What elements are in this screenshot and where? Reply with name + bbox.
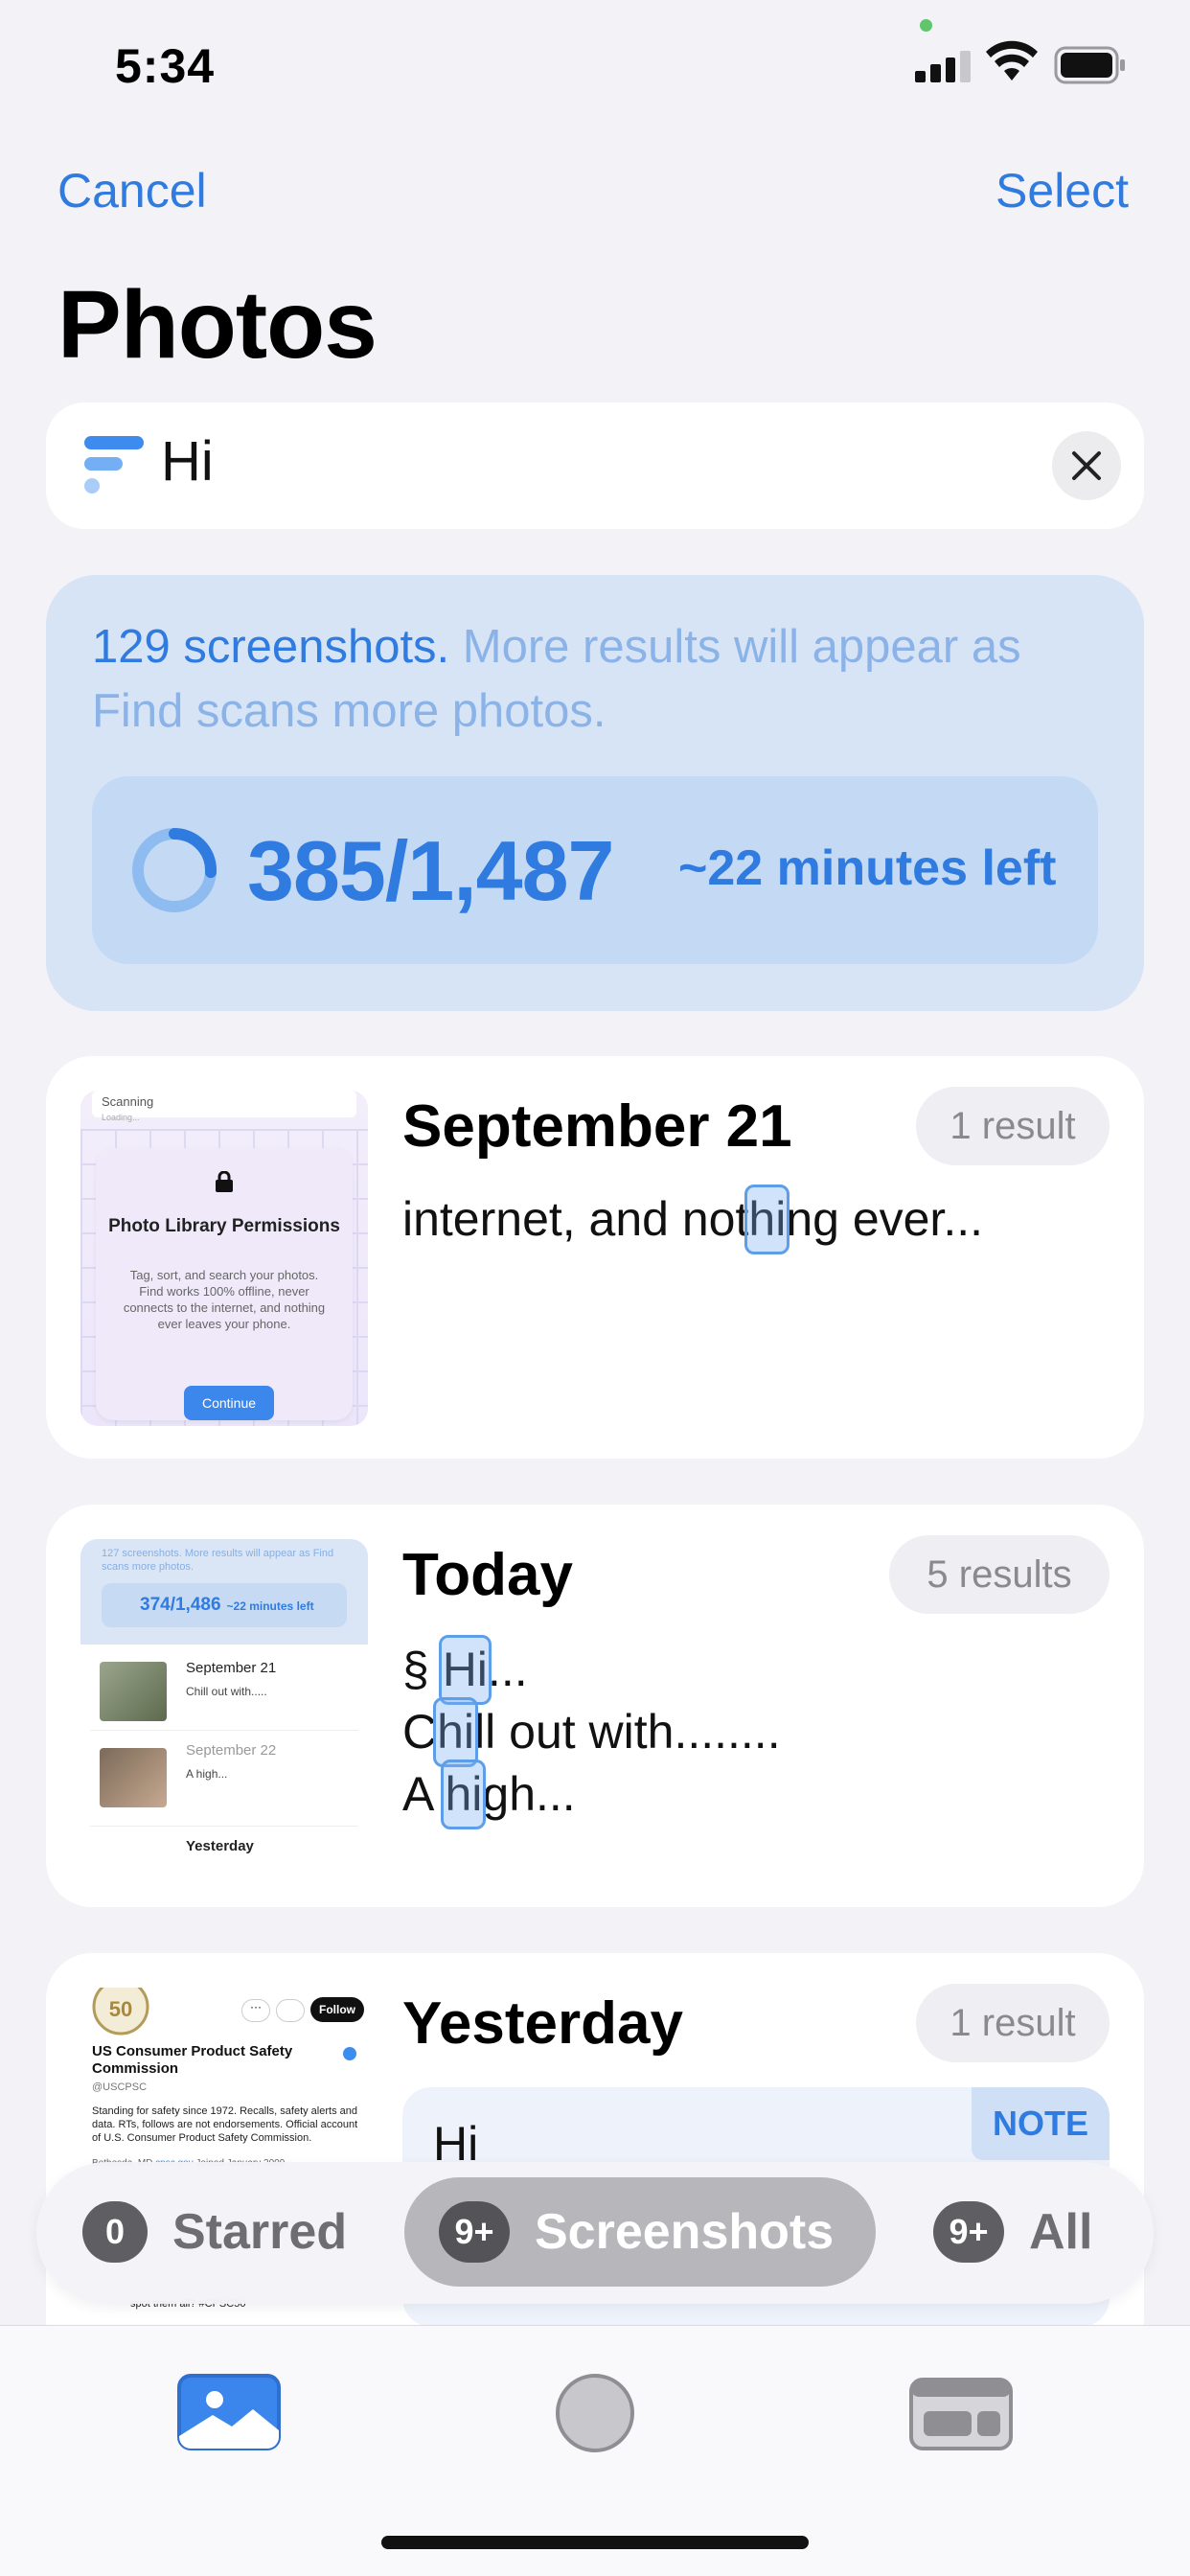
thumb-header: 127 screenshots. More results will appea… bbox=[102, 1548, 334, 1573]
lock-icon bbox=[216, 1171, 233, 1192]
result-date: Today bbox=[402, 1542, 573, 1608]
starred-count-badge: 0 bbox=[82, 2201, 148, 2263]
progress-ring-icon bbox=[132, 828, 217, 912]
result-count-badge: 1 result bbox=[916, 1087, 1110, 1165]
clear-search-button[interactable] bbox=[1052, 431, 1121, 500]
screenshot-count: 129 screenshots. bbox=[92, 621, 450, 673]
thumb-progress: 374/1,486 ~22 minutes left bbox=[102, 1583, 347, 1627]
thumb-continue-button: Continue bbox=[184, 1386, 274, 1420]
result-count-badge: 5 results bbox=[889, 1535, 1110, 1614]
thumb-row: Yesterday bbox=[90, 1832, 358, 1874]
verified-icon bbox=[343, 2047, 356, 2060]
search-input[interactable] bbox=[161, 429, 1023, 494]
match-highlight: Hi bbox=[438, 1635, 492, 1705]
home-indicator bbox=[381, 2536, 809, 2549]
result-snippet-line: Chill out with........ bbox=[402, 1697, 781, 1767]
permission-panel: Photo Library Permissions Tag, sort, and… bbox=[96, 1148, 353, 1420]
camera-shutter-icon[interactable] bbox=[556, 2374, 634, 2452]
scan-status-text: 129 screenshots. More results will appea… bbox=[92, 615, 1098, 744]
match-highlight: hi bbox=[744, 1184, 790, 1254]
filter-label: Starred bbox=[172, 2204, 348, 2260]
select-button[interactable]: Select bbox=[995, 163, 1129, 218]
all-count-badge: 9+ bbox=[933, 2201, 1004, 2263]
filter-all[interactable]: 9+ All bbox=[933, 2177, 1092, 2287]
filter-label: All bbox=[1029, 2204, 1093, 2260]
thumb-body: Tag, sort, and search your photos. Find … bbox=[123, 1268, 326, 1331]
result-date: Yesterday bbox=[402, 1990, 683, 2057]
more-icon: ··· bbox=[241, 1999, 270, 2022]
result-thumbnail[interactable]: 127 screenshots. More results will appea… bbox=[80, 1539, 368, 1874]
filter-screenshots[interactable]: 9+ Screenshots bbox=[404, 2177, 876, 2287]
page-title: Photos bbox=[57, 271, 378, 379]
thumb-top-bar: Scanning Loading... bbox=[92, 1091, 356, 1122]
camera-indicator-dot bbox=[920, 19, 932, 32]
result-thumbnail[interactable]: Scanning Loading... Photo Library Permiss… bbox=[80, 1091, 368, 1426]
time-remaining: ~22 minutes left bbox=[678, 840, 1057, 896]
wifi-icon bbox=[986, 40, 1038, 80]
result-count-badge: 1 result bbox=[916, 1984, 1110, 2062]
photos-icon[interactable] bbox=[176, 2373, 282, 2451]
note-tag: NOTE bbox=[972, 2087, 1110, 2160]
battery-icon bbox=[1054, 46, 1125, 84]
filter-label: Screenshots bbox=[535, 2204, 835, 2260]
thumb-follow-button: Follow bbox=[310, 1997, 364, 2022]
cancel-button[interactable]: Cancel bbox=[57, 163, 207, 218]
result-snippet: internet, and nothing ever... bbox=[402, 1184, 983, 1254]
screenshots-count-badge: 9+ bbox=[439, 2201, 510, 2263]
mail-icon bbox=[276, 1999, 305, 2022]
thumb-row: September 22 A high... bbox=[90, 1735, 358, 1827]
match-highlight: hi bbox=[441, 1760, 487, 1829]
result-date: September 21 bbox=[402, 1093, 792, 1160]
result-snippet-line: § Hi... bbox=[402, 1635, 528, 1705]
thumb-org-name: US Consumer Product Safety Commission bbox=[92, 2043, 293, 2077]
find-logo-icon bbox=[84, 436, 144, 494]
match-highlight: hi bbox=[433, 1697, 478, 1767]
progress-count: 385/1,487 bbox=[247, 823, 614, 918]
thumb-row: September 21 Chill out with..... bbox=[90, 1652, 358, 1731]
close-icon bbox=[1072, 451, 1101, 480]
cpsc-seal-icon: 50 bbox=[92, 1988, 149, 2036]
filter-starred[interactable]: 0 Starred bbox=[82, 2177, 347, 2287]
cellular-signal-icon bbox=[915, 50, 971, 82]
cards-icon[interactable] bbox=[908, 2377, 1014, 2451]
result-snippet-line: A high... bbox=[402, 1760, 576, 1829]
svg-text:50: 50 bbox=[109, 1997, 132, 2021]
thumb-title: Photo Library Permissions bbox=[108, 1216, 340, 1236]
status-time: 5:34 bbox=[115, 39, 216, 93]
